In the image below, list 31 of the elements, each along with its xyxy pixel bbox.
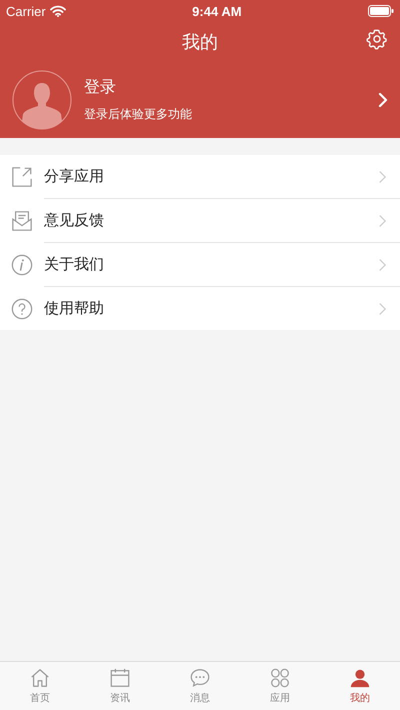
menu-item[interactable]: 使用帮助 — [44, 286, 400, 330]
chevron-right-icon[interactable] — [378, 92, 388, 108]
chat-icon — [189, 667, 211, 689]
carrier-label: Carrier — [6, 4, 46, 18]
info-icon — [11, 254, 33, 276]
chevron-right-icon — [378, 212, 387, 228]
login-hint: 登录后体验更多功能 — [84, 106, 193, 123]
battery-icon — [368, 5, 394, 17]
wifi-icon — [50, 5, 66, 17]
grid-icon — [269, 667, 291, 689]
tab-item[interactable]: 资讯 — [80, 662, 160, 710]
settings-icon[interactable] — [366, 28, 388, 50]
page-title: 我的 — [182, 31, 218, 54]
chevron-right-icon — [378, 256, 387, 272]
help-icon — [11, 298, 33, 320]
calendar-icon — [109, 667, 131, 689]
share-icon — [11, 166, 33, 188]
menu-item[interactable]: 分享应用 — [0, 155, 400, 198]
home-icon — [29, 667, 51, 689]
tab-item[interactable]: 首页 — [0, 662, 80, 710]
chevron-right-icon — [378, 300, 387, 316]
menu-item[interactable]: 意见反馈 — [44, 198, 400, 242]
tab-item[interactable]: 应用 — [240, 662, 320, 710]
tab-item[interactable]: 消息 — [160, 662, 240, 710]
person-icon — [349, 667, 371, 689]
menu-item[interactable]: 关于我们 — [44, 242, 400, 286]
envelope-icon — [11, 210, 33, 232]
login-link[interactable]: 登录 — [84, 77, 366, 98]
status-time: 9:44 AM — [192, 4, 242, 18]
tab-item[interactable]: 我的 — [320, 662, 400, 710]
chevron-right-icon — [378, 168, 387, 184]
